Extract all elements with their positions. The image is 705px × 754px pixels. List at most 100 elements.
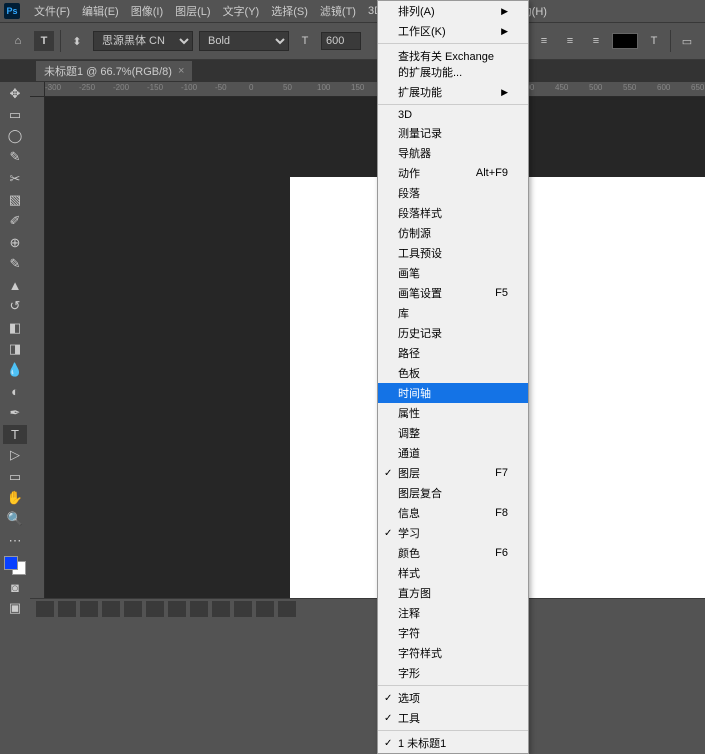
menu-item[interactable]: 排列(A)▶ xyxy=(378,1,528,21)
path-select-tool-icon[interactable]: ▷ xyxy=(3,446,27,465)
menu-item[interactable]: 动作Alt+F9 xyxy=(378,163,528,183)
color-swatches[interactable] xyxy=(4,556,26,575)
ruler-origin[interactable] xyxy=(30,82,45,97)
menu-item[interactable]: 图层F7 xyxy=(378,463,528,483)
document-tab[interactable]: 未标题1 @ 66.7%(RGB/8) × xyxy=(36,61,192,81)
footer-btn[interactable] xyxy=(36,601,54,617)
menu-item[interactable]: 路径 xyxy=(378,343,528,363)
screenmode-icon[interactable]: ▣ xyxy=(3,599,27,618)
menu-item[interactable]: 字形 xyxy=(378,663,528,683)
menu-item[interactable]: 属性 xyxy=(378,403,528,423)
menu-item[interactable]: 直方图 xyxy=(378,583,528,603)
footer-btn[interactable] xyxy=(278,601,296,617)
shape-tool-icon[interactable]: ▭ xyxy=(3,467,27,486)
menu-item[interactable]: 测量记录 xyxy=(378,123,528,143)
menu-item[interactable]: 段落样式 xyxy=(378,203,528,223)
stamp-tool-icon[interactable]: ▲ xyxy=(3,276,27,295)
menu-text[interactable]: 文字(Y) xyxy=(217,1,266,21)
footer-btn[interactable] xyxy=(190,601,208,617)
menu-item[interactable]: 1 未标题1 xyxy=(378,733,528,753)
menu-item[interactable]: 调整 xyxy=(378,423,528,443)
menu-item[interactable]: 工具 xyxy=(378,708,528,728)
menu-item[interactable]: 图层复合 xyxy=(378,483,528,503)
gradient-tool-icon[interactable]: ◨ xyxy=(3,339,27,358)
edit-toolbar-icon[interactable]: ⋯ xyxy=(3,531,27,550)
footer-btn[interactable] xyxy=(168,601,186,617)
blur-tool-icon[interactable]: 💧 xyxy=(3,361,27,380)
hand-tool-icon[interactable]: ✋ xyxy=(3,488,27,507)
menu-item[interactable]: 学习 xyxy=(378,523,528,543)
menu-item[interactable]: 查找有关 Exchange 的扩展功能... xyxy=(378,46,528,82)
menu-item[interactable]: 仿制源 xyxy=(378,223,528,243)
menu-item[interactable]: 时间轴 xyxy=(378,383,528,403)
menu-item[interactable]: 通道 xyxy=(378,443,528,463)
menu-item[interactable]: 库 xyxy=(378,303,528,323)
footer-btn[interactable] xyxy=(58,601,76,617)
current-tool-icon[interactable]: T xyxy=(34,31,54,51)
quickmask-icon[interactable]: ◙ xyxy=(3,577,27,596)
warp-text-icon[interactable]: T xyxy=(644,31,664,51)
menu-item[interactable]: 字符样式 xyxy=(378,643,528,663)
menu-select[interactable]: 选择(S) xyxy=(265,1,314,21)
footer-btn[interactable] xyxy=(146,601,164,617)
menu-item[interactable]: 颜色F6 xyxy=(378,543,528,563)
menu-item[interactable]: 色板 xyxy=(378,363,528,383)
menubar: Ps 文件(F) 编辑(E) 图像(I) 图层(L) 文字(Y) 选择(S) 滤… xyxy=(0,0,705,22)
footer-btn[interactable] xyxy=(234,601,252,617)
ruler-horizontal[interactable]: -300-250-200-150-100-5005010015020025030… xyxy=(45,82,705,97)
align-left-icon[interactable]: ≡ xyxy=(534,31,554,51)
menu-layer[interactable]: 图层(L) xyxy=(169,1,216,21)
menu-edit[interactable]: 编辑(E) xyxy=(76,1,125,21)
ruler-vertical[interactable] xyxy=(30,97,45,618)
menu-file[interactable]: 文件(F) xyxy=(28,1,76,21)
home-icon[interactable]: ⌂ xyxy=(8,31,28,51)
text-color-swatch[interactable] xyxy=(612,33,638,49)
font-weight-select[interactable]: Bold xyxy=(199,31,289,51)
menu-item[interactable]: 信息F8 xyxy=(378,503,528,523)
align-right-icon[interactable]: ≡ xyxy=(586,31,606,51)
menu-item[interactable]: 历史记录 xyxy=(378,323,528,343)
menu-item[interactable]: 扩展功能▶ xyxy=(378,82,528,102)
menu-image[interactable]: 图像(I) xyxy=(125,1,169,21)
panels-icon[interactable]: ▭ xyxy=(677,31,697,51)
footer-btn[interactable] xyxy=(80,601,98,617)
move-tool-icon[interactable]: ✥ xyxy=(3,84,27,103)
type-tool-icon[interactable]: T xyxy=(3,425,27,444)
menu-item[interactable]: 样式 xyxy=(378,563,528,583)
menu-item[interactable]: 注释 xyxy=(378,603,528,623)
menu-filter[interactable]: 滤镜(T) xyxy=(314,1,362,21)
menu-item[interactable]: 工具预设 xyxy=(378,243,528,263)
eyedropper-tool-icon[interactable]: ✐ xyxy=(3,212,27,231)
pen-tool-icon[interactable]: ✒ xyxy=(3,403,27,422)
zoom-tool-icon[interactable]: 🔍 xyxy=(3,510,27,529)
history-brush-tool-icon[interactable]: ↺ xyxy=(3,297,27,316)
eraser-tool-icon[interactable]: ◧ xyxy=(3,318,27,337)
quick-select-tool-icon[interactable]: ✎ xyxy=(3,148,27,167)
menu-item[interactable]: 导航器 xyxy=(378,143,528,163)
menu-item[interactable]: 画笔设置F5 xyxy=(378,283,528,303)
footer-btn[interactable] xyxy=(256,601,274,617)
fg-color-swatch[interactable] xyxy=(4,556,18,570)
menu-item[interactable]: 段落 xyxy=(378,183,528,203)
align-center-icon[interactable]: ≡ xyxy=(560,31,580,51)
menu-item[interactable]: 3D xyxy=(378,107,528,123)
font-family-select[interactable]: 思源黑体 CN xyxy=(93,31,193,51)
close-icon[interactable]: × xyxy=(178,65,184,77)
font-size-input[interactable] xyxy=(321,32,361,50)
heal-tool-icon[interactable]: ⊕ xyxy=(3,233,27,252)
menu-item[interactable]: 工作区(K)▶ xyxy=(378,21,528,41)
marquee-tool-icon[interactable]: ▭ xyxy=(3,105,27,124)
text-orient-icon[interactable]: ⬍ xyxy=(67,31,87,51)
brush-tool-icon[interactable]: ✎ xyxy=(3,254,27,273)
dodge-tool-icon[interactable]: ◐ xyxy=(3,382,27,401)
menu-item[interactable]: 画笔 xyxy=(378,263,528,283)
crop-tool-icon[interactable]: ✂ xyxy=(3,169,27,188)
lasso-tool-icon[interactable]: ◯ xyxy=(3,127,27,146)
footer-btn[interactable] xyxy=(102,601,120,617)
frame-tool-icon[interactable]: ▧ xyxy=(3,190,27,209)
menu-item[interactable]: 字符 xyxy=(378,623,528,643)
footer-btn[interactable] xyxy=(124,601,142,617)
footer-btn[interactable] xyxy=(212,601,230,617)
menu-item[interactable]: 选项 xyxy=(378,688,528,708)
menu-item-label: 画笔 xyxy=(398,265,420,281)
